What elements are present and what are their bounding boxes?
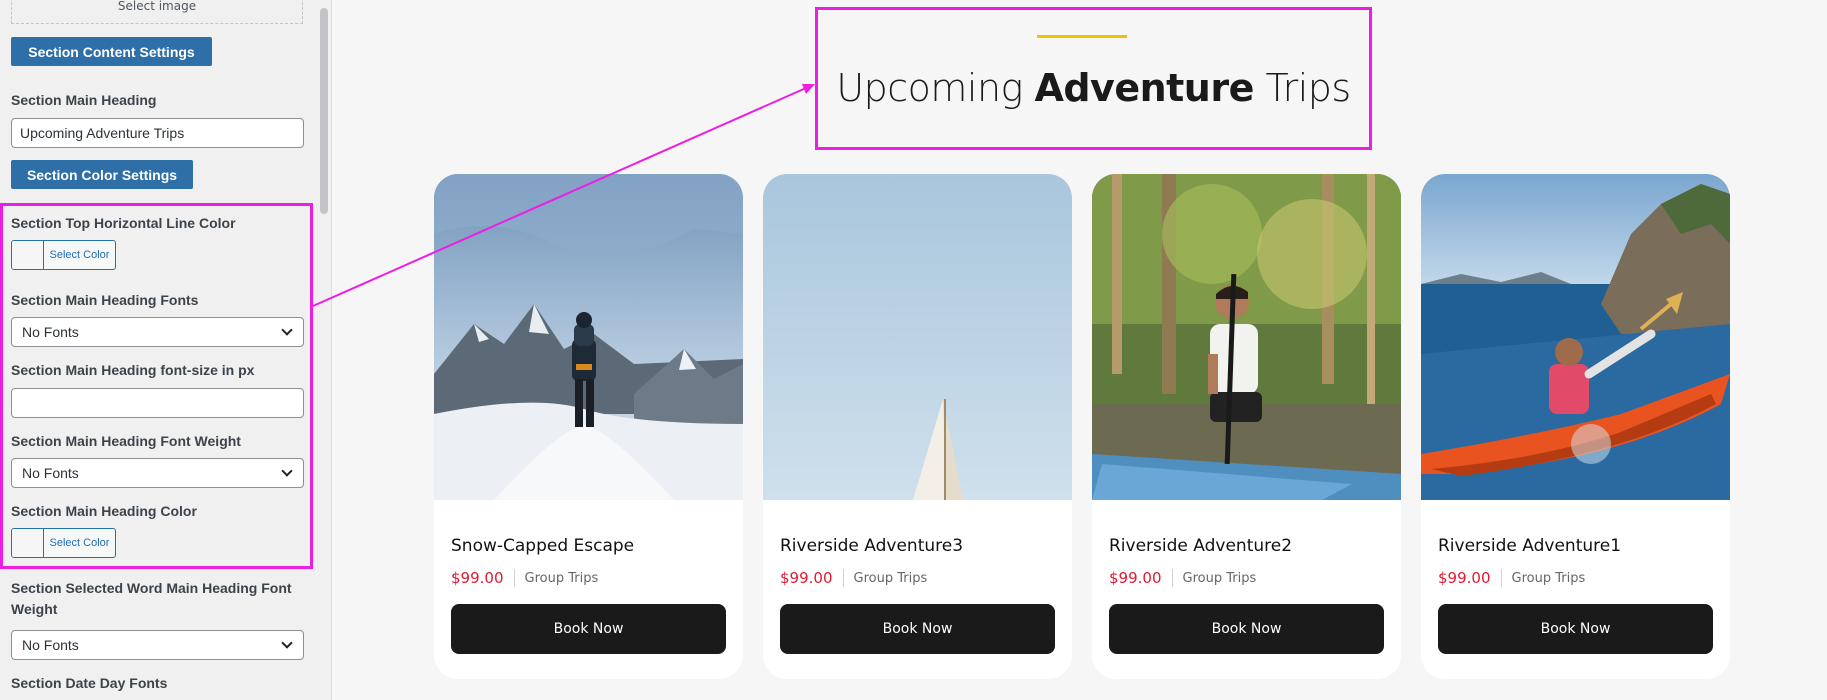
date-day-fonts-label: Section Date Day Fonts <box>11 675 168 691</box>
trip-title: Riverside Adventure1 <box>1438 536 1622 556</box>
price-row: $99.00 Group Trips <box>1438 569 1585 587</box>
book-now-label: Book Now <box>1211 621 1282 637</box>
divider <box>842 569 844 587</box>
sailboat-sky-image <box>763 174 1072 500</box>
canoe-paddler-image <box>1092 174 1401 500</box>
annotation-highlight-settings <box>0 203 313 569</box>
section-color-settings-label: Section Color Settings <box>26 166 178 183</box>
mountain-climber-image <box>434 174 743 500</box>
divider <box>1171 569 1173 587</box>
divider <box>1500 569 1502 587</box>
trip-card: Snow-Capped Escape $99.00 Group Trips Bo… <box>434 174 743 679</box>
selected-word-weight-label: Section Selected Word Main Heading Font … <box>11 580 292 617</box>
trip-price: $99.00 <box>451 569 504 587</box>
book-now-label: Book Now <box>1540 621 1611 637</box>
selected-word-weight-select[interactable]: No Fonts <box>11 630 304 660</box>
trip-price: $99.00 <box>1438 569 1491 587</box>
trip-category: Group Trips <box>1511 570 1586 586</box>
selected-word-weight-value: No Fonts <box>22 637 79 653</box>
book-now-label: Book Now <box>553 621 624 637</box>
trip-card: Riverside Adventure2 $99.00 Group Trips … <box>1092 174 1401 679</box>
trip-category: Group Trips <box>853 570 928 586</box>
annotation-highlight-heading <box>815 7 1372 150</box>
trip-title: Riverside Adventure2 <box>1109 536 1293 556</box>
main-heading-input[interactable]: Upcoming Adventure Trips <box>11 118 304 148</box>
trip-card: Riverside Adventure3 $99.00 Group Trips … <box>763 174 1072 679</box>
section-content-settings-button[interactable]: Section Content Settings <box>11 37 212 66</box>
book-now-button[interactable]: Book Now <box>780 604 1055 654</box>
price-row: $99.00 Group Trips <box>780 569 927 587</box>
trip-price: $99.00 <box>780 569 833 587</box>
book-now-label: Book Now <box>882 621 953 637</box>
trip-card: Riverside Adventure1 $99.00 Group Trips … <box>1421 174 1730 679</box>
price-row: $99.00 Group Trips <box>1109 569 1256 587</box>
trip-price: $99.00 <box>1109 569 1162 587</box>
book-now-button[interactable]: Book Now <box>1438 604 1713 654</box>
trip-title: Riverside Adventure3 <box>780 536 964 556</box>
price-row: $99.00 Group Trips <box>451 569 598 587</box>
book-now-button[interactable]: Book Now <box>1109 604 1384 654</box>
select-image-label: Select image <box>117 0 197 13</box>
divider <box>513 569 515 587</box>
trip-category: Group Trips <box>1182 570 1257 586</box>
chevron-down-icon <box>281 637 293 649</box>
trip-category: Group Trips <box>524 570 599 586</box>
main-heading-label: Section Main Heading <box>11 92 157 108</box>
section-content-settings-label: Section Content Settings <box>28 43 195 60</box>
kayak-sea-image <box>1421 174 1730 500</box>
trip-title: Snow-Capped Escape <box>451 536 635 556</box>
select-image-button[interactable]: Select image <box>11 0 303 24</box>
panel-scrollbar-thumb[interactable] <box>320 8 328 214</box>
book-now-button[interactable]: Book Now <box>451 604 726 654</box>
section-color-settings-button[interactable]: Section Color Settings <box>11 160 193 189</box>
main-heading-input-value: Upcoming Adventure Trips <box>20 125 185 141</box>
